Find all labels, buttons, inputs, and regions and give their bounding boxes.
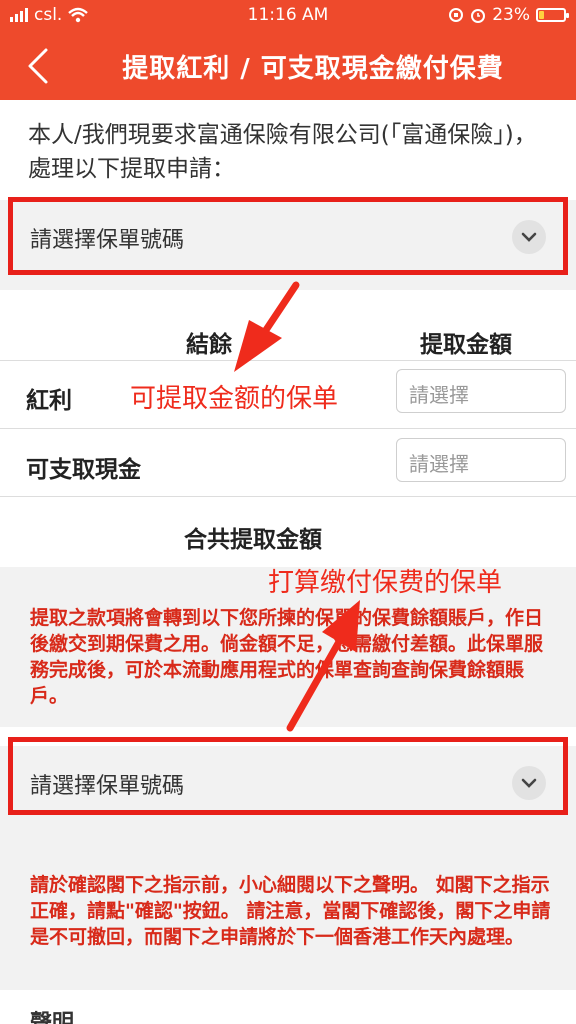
battery-percent: 23% (492, 5, 530, 25)
annotation-upper: 可提取金额的保单 (130, 384, 339, 414)
total-withdraw-label: 合共提取金額 (184, 527, 322, 553)
bonus-withdraw-placeholder: 請選擇 (409, 383, 469, 407)
cash-withdraw-input[interactable]: 請選擇 (396, 438, 566, 482)
battery-fill (539, 11, 544, 19)
back-button[interactable] (18, 44, 62, 88)
nav-bar: 提取紅利 / 可支取現金繳付保費 (0, 30, 576, 100)
status-bar: csl. 11:16 AM 23% (0, 0, 576, 30)
chevron-left-icon (28, 48, 48, 84)
column-header-balance: 結餘 (186, 332, 232, 358)
divider (0, 428, 576, 429)
highlight-box-target (8, 737, 568, 815)
intro-text: 本人/我們現要求富通保險有限公司(「富通保險」)，處理以下提取申請： (28, 122, 537, 182)
orientation-lock-icon (449, 8, 464, 22)
highlight-box-source (8, 197, 568, 275)
cash-withdraw-placeholder: 請選擇 (409, 452, 469, 476)
bonus-withdraw-input[interactable]: 請選擇 (396, 369, 566, 413)
divider (0, 496, 576, 497)
annotation-lower: 打算缴付保费的保单 (268, 568, 503, 598)
row-label-bonus: 紅利 (26, 388, 72, 414)
arrow-upper-head (234, 320, 282, 372)
row-label-cash: 可支取現金 (26, 457, 141, 483)
section-spacer (0, 276, 576, 290)
alarm-icon (471, 9, 486, 23)
divider (0, 360, 576, 361)
page-title: 提取紅利 / 可支取現金繳付保費 (122, 54, 504, 84)
arrow-upper (262, 281, 300, 334)
column-header-withdraw: 提取金額 (420, 332, 512, 358)
transfer-note: 提取之款項將會轉到以下您所揀的保單的保費餘額賬戶，作日後繳交到期保費之用。倘金額… (30, 607, 544, 707)
battery-icon (536, 8, 569, 22)
confirm-note: 請於確認閣下之指示前，小心細閱以下之聲明。 如閣下之指示正確，請點"確認"按鈕。… (30, 874, 551, 948)
status-right: 23% (448, 5, 569, 25)
declaration-title: 聲明 (30, 1011, 75, 1024)
